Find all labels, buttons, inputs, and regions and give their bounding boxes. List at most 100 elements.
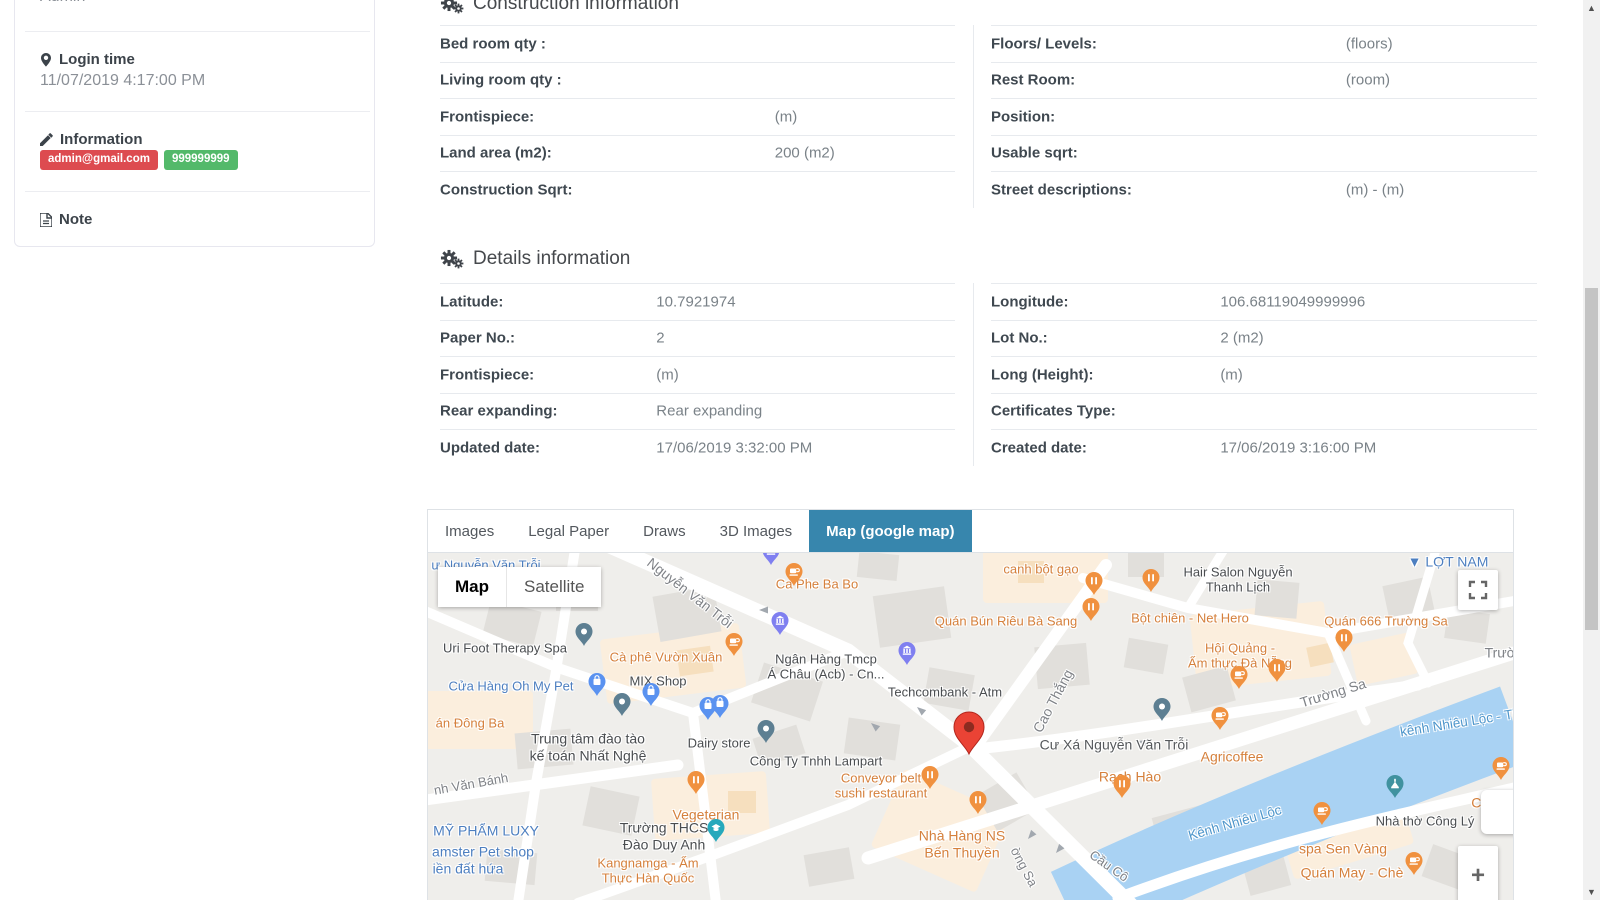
map-label: Agricoffee <box>1201 749 1264 766</box>
tab-map-google-map[interactable]: Map (google map) <box>809 510 971 552</box>
map-label: kênh Nhiêu Lộc - Thị Ng <box>1399 702 1513 740</box>
field-label: Long (Height): <box>991 366 1093 383</box>
map-label: MỸ PHẨM LUXY <box>433 823 539 840</box>
field-label: Frontispiece: <box>440 366 534 383</box>
map-type-control: Map Satellite <box>438 567 601 607</box>
field-label: Construction Sqrt: <box>440 181 573 198</box>
map-label: Công Ty Tnhh Lampart <box>750 753 883 768</box>
field-row: Living room qty : <box>440 62 955 99</box>
field-label: Position: <box>991 108 1055 125</box>
map-label: Kênh Nhiêu Lộc <box>1187 802 1284 844</box>
divider <box>25 191 370 192</box>
map-type-map-button[interactable]: Map <box>438 567 507 607</box>
map-label: Rạch Hào <box>1099 769 1161 786</box>
field-label: Bed room qty : <box>440 35 546 52</box>
map-label: Cầu Cô <box>1087 847 1132 885</box>
map-label: ờng Sa <box>1007 845 1040 890</box>
field-label: Frontispiece: <box>440 108 534 125</box>
map-label: Trung tâm đào tào kế toán Nhất Nghệ <box>530 730 647 763</box>
column-divider <box>973 283 974 466</box>
field-row: Lot No.: 2 (m2) <box>991 320 1537 357</box>
field-label: Living room qty : <box>440 72 562 89</box>
fullscreen-icon <box>1466 578 1490 602</box>
google-map[interactable]: ư Nguyễn Văn Trỗi▼ LỢT NAMNguyễn Văn Trỗ… <box>428 553 1513 900</box>
tab-draws[interactable]: Draws <box>626 510 703 552</box>
map-label: MIX Shop <box>629 673 686 688</box>
map-label: án Đông Ba <box>436 715 505 730</box>
column-divider <box>973 25 974 208</box>
info-badge: admin@gmail.com <box>40 150 158 170</box>
field-value: 2 <box>656 330 664 347</box>
map-label: canh bột gạo <box>1003 561 1078 576</box>
note-label: Note <box>40 211 92 228</box>
field-label: Rest Room: <box>991 72 1075 89</box>
page: Admin Login time 11/07/2019 4:17:00 PM I… <box>0 0 1600 900</box>
map-label: Cửa Hàng Oh My Pet <box>448 678 573 693</box>
scroll-down-arrow[interactable]: ▼ <box>1583 884 1600 900</box>
field-row: Frontispiece:(m) <box>440 356 955 393</box>
field-value: 17/06/2019 3:32:00 PM <box>656 439 812 456</box>
cogs-icon <box>440 0 464 14</box>
field-row: Certificates Type: <box>991 393 1537 430</box>
cogs-icon <box>440 249 464 269</box>
map-label: amster Pet shop <box>432 844 534 861</box>
field-label: Usable sqrt: <box>991 145 1078 162</box>
details-table: Latitude:10.7921974Paper No.:2Frontispie… <box>440 283 1537 466</box>
login-time-label: Login time <box>40 51 135 68</box>
field-value: (room) <box>1346 72 1390 89</box>
scroll-up-arrow[interactable]: ▲ <box>1583 0 1600 16</box>
tab-3d-images[interactable]: 3D Images <box>703 510 810 552</box>
map-label: nh Văn Bánh <box>433 770 510 798</box>
map-label: Hội Quảng - Ẩm thực Đà Nẵng <box>1188 641 1292 672</box>
login-time-value: 11/07/2019 4:17:00 PM <box>40 72 205 90</box>
map-label: Cư Xá Nguyễn Văn Trỗi <box>1040 737 1189 754</box>
tab-legal-paper[interactable]: Legal Paper <box>511 510 626 552</box>
map-label: Trường Sa <box>1298 675 1368 711</box>
location-pin-icon <box>40 53 52 67</box>
field-row: Paper No.:2 <box>440 320 955 357</box>
tab-images[interactable]: Images <box>428 510 511 552</box>
field-label: Updated date: <box>440 439 540 456</box>
field-value: (m) <box>1220 366 1243 383</box>
information-badges: admin@gmail.com 999999999 <box>40 150 238 170</box>
map-type-satellite-button[interactable]: Satellite <box>507 567 601 607</box>
field-row: Latitude:10.7921974 <box>440 283 955 320</box>
information-label: Information <box>40 131 143 148</box>
info-badge: 999999999 <box>164 150 238 170</box>
map-label: Techcombank - Atm <box>888 684 1002 699</box>
field-row: Land area (m2):200 (m2) <box>440 135 955 172</box>
field-row: Long (Height): (m) <box>991 356 1537 393</box>
map-label: spa Sen Vàng <box>1299 841 1387 858</box>
details-section-title: Details information <box>440 248 630 270</box>
map-label: Nguyễn Văn Trỗi <box>644 554 736 631</box>
field-row: Position: <box>991 98 1537 135</box>
map-label: ▼ LỢT NAM <box>1408 554 1489 571</box>
page-scrollbar[interactable]: ▲ ▼ <box>1583 0 1600 900</box>
map-label: Kangnamga - Ẩm Thực Hàn Quốc <box>597 856 698 887</box>
field-label: Latitude: <box>440 293 503 310</box>
map-label: Cao Thắng <box>1030 667 1077 736</box>
map-label: Quán Bún Riêu Bà Sang <box>935 613 1077 628</box>
map-label: Ngân Hàng Tmcp Á Châu (Acb) - Cn... <box>767 652 884 683</box>
divider <box>25 31 370 32</box>
field-label: Rear expanding: <box>440 403 558 420</box>
map-label: iền đất hứa <box>433 861 504 878</box>
media-tab-panel: ImagesLegal PaperDraws3D ImagesMap (goog… <box>427 509 1514 900</box>
field-value: 17/06/2019 3:16:00 PM <box>1220 439 1376 456</box>
field-label: Certificates Type: <box>991 403 1116 420</box>
field-value: 200 (m2) <box>775 145 835 162</box>
construction-table: Bed room qty : Living room qty : Frontispi… <box>440 25 1537 208</box>
note-file-icon <box>40 213 52 227</box>
pegman-control[interactable] <box>1481 790 1513 834</box>
map-label: Uri Foot Therapy Spa <box>443 640 567 655</box>
field-value: (floors) <box>1346 35 1393 52</box>
scrollbar-thumb[interactable] <box>1585 288 1598 630</box>
zoom-in-button[interactable]: + <box>1458 846 1498 900</box>
fullscreen-button[interactable] <box>1458 570 1498 610</box>
field-label: Longitude: <box>991 293 1068 310</box>
field-label: Lot No.: <box>991 330 1048 347</box>
field-row: Floors/ Levels: (floors) <box>991 25 1537 62</box>
map-label: Cà phê Vườn Xuân <box>610 649 723 664</box>
field-label: Floors/ Levels: <box>991 35 1097 52</box>
field-value: 2 (m2) <box>1220 330 1263 347</box>
